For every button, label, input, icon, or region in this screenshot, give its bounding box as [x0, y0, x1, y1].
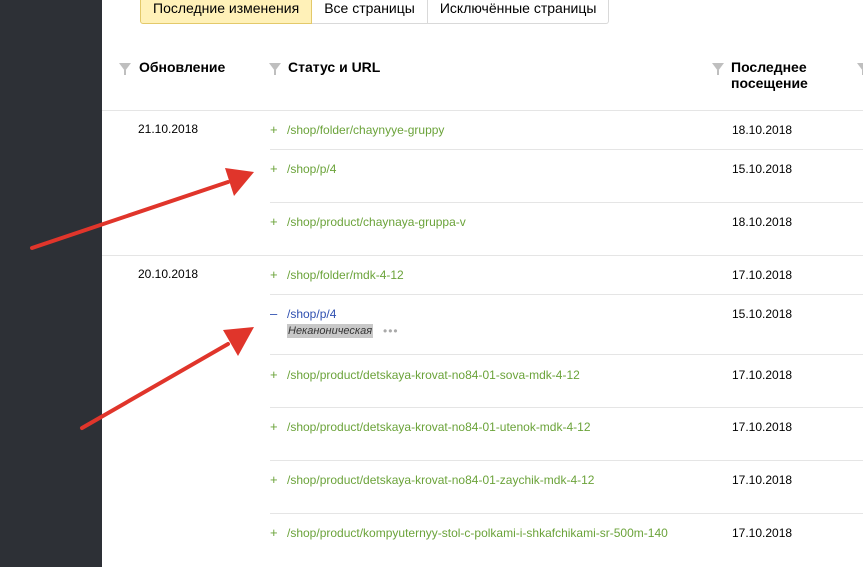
last-visit-date: 18.10.2018 [732, 123, 793, 137]
added-sign: + [270, 525, 278, 540]
row-divider [270, 513, 863, 514]
added-sign: + [270, 267, 278, 282]
added-sign: + [270, 419, 278, 434]
arrow-annotation [80, 327, 254, 430]
column-header-last-visit-line1: Последнее [731, 59, 807, 75]
removed-sign: – [270, 306, 278, 321]
column-header-last-visit-line2: посещение [731, 75, 808, 91]
filter-icon[interactable] [119, 63, 131, 75]
added-sign: + [270, 472, 278, 487]
filter-icon[interactable] [712, 63, 724, 75]
column-header-status-url[interactable]: Статус и URL [288, 59, 380, 75]
group-divider [102, 255, 863, 256]
url-link[interactable]: /shop/p/4 [287, 307, 336, 321]
url-link[interactable]: /shop/product/detskaya-krovat-no84-01-ut… [287, 420, 591, 434]
filter-icon[interactable] [857, 63, 863, 75]
tab-bar: Последние изменения Все страницы Исключё… [140, 0, 610, 24]
header-divider [102, 110, 863, 111]
url-link[interactable]: /shop/folder/chaynyye-gruppy [287, 123, 444, 137]
row-divider [270, 202, 863, 203]
group-date: 20.10.2018 [138, 267, 199, 281]
sidebar [0, 0, 102, 567]
url-link[interactable]: /shop/product/kompyuternyy-stol-c-polkam… [287, 526, 668, 540]
group-date: 21.10.2018 [138, 122, 199, 136]
url-link[interactable]: /shop/folder/mdk-4-12 [287, 268, 404, 282]
row-divider [270, 354, 863, 355]
filter-icon[interactable] [269, 63, 281, 75]
last-visit-date: 17.10.2018 [732, 526, 793, 540]
more-icon[interactable]: ••• [383, 325, 399, 337]
last-visit-date: 18.10.2018 [732, 215, 793, 229]
last-visit-date: 17.10.2018 [732, 473, 793, 487]
column-header-update[interactable]: Обновление [139, 59, 225, 75]
row-divider [270, 460, 863, 461]
row-divider [270, 294, 863, 295]
last-visit-date: 17.10.2018 [732, 420, 793, 434]
url-link[interactable]: /shop/product/chaynaya-gruppa-v [287, 215, 466, 229]
last-visit-date: 17.10.2018 [732, 268, 793, 282]
tab-all-pages[interactable]: Все страницы [312, 0, 428, 24]
added-sign: + [270, 214, 278, 229]
added-sign: + [270, 122, 278, 137]
row-divider [270, 149, 863, 150]
added-sign: + [270, 367, 278, 382]
tab-recent-changes[interactable]: Последние изменения [140, 0, 313, 24]
last-visit-date: 15.10.2018 [732, 162, 793, 176]
added-sign: + [270, 161, 278, 176]
url-link[interactable]: /shop/p/4 [287, 162, 336, 176]
tab-excluded-pages[interactable]: Исключённые страницы [427, 0, 610, 24]
url-link[interactable]: /shop/product/detskaya-krovat-no84-01-za… [287, 473, 594, 487]
row-divider [270, 407, 863, 408]
last-visit-date: 15.10.2018 [732, 307, 793, 321]
column-header-last-visit[interactable]: Последнее посещение [731, 59, 808, 91]
url-link[interactable]: /shop/product/detskaya-krovat-no84-01-so… [287, 368, 580, 382]
last-visit-date: 17.10.2018 [732, 368, 793, 382]
status-badge: Неканоническая [287, 324, 374, 338]
